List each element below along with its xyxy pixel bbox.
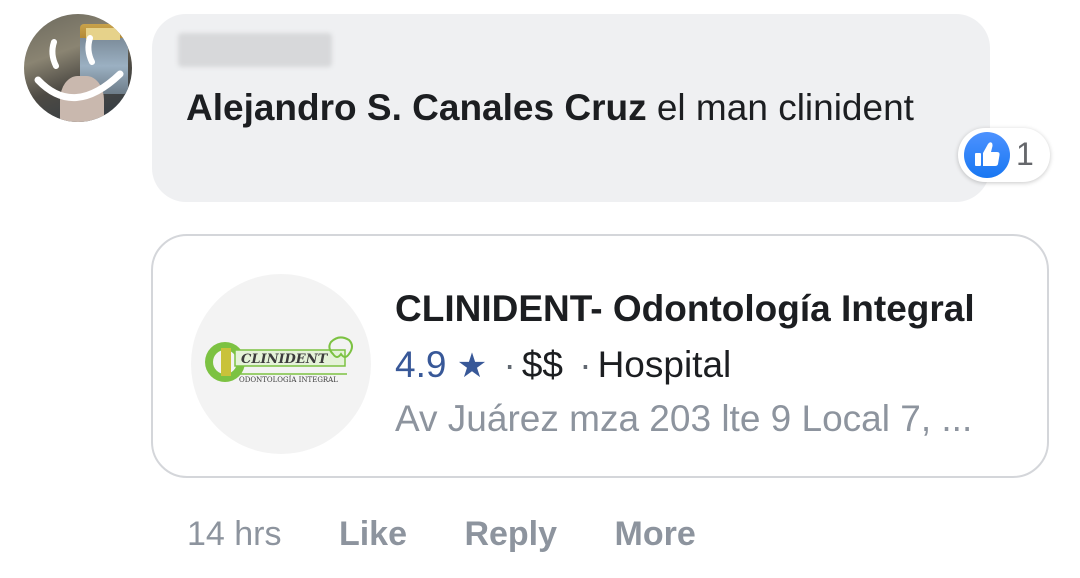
commenter-avatar[interactable] [24, 14, 132, 122]
star-icon: ★ [456, 347, 488, 385]
logo-text: CLINIDENT [241, 352, 329, 367]
place-address: Av Juárez mza 203 lte 9 Local 7, ... [395, 398, 973, 439]
logo-subtext: ODONTOLOGÍA INTEGRAL [239, 375, 338, 384]
comment-actions: 14 hrs Like Reply More [187, 515, 744, 554]
place-price: $$ [521, 344, 563, 385]
meta-separator: · [503, 344, 516, 385]
smiley-overlay-icon [34, 35, 124, 102]
place-rating: 4.9 [395, 344, 447, 385]
reply-button[interactable]: Reply [464, 515, 557, 554]
clinident-logo: CLINIDENT ODONTOLOGÍA INTEGRAL [191, 274, 371, 454]
comment-author-link[interactable]: Alejandro S. Canales Cruz [186, 87, 647, 128]
reaction-count: 1 [1016, 136, 1034, 172]
more-button[interactable]: More [615, 515, 696, 554]
place-meta: 4.9 ★ · $$ · Hospital [395, 344, 731, 386]
place-card[interactable]: CLINIDENT ODONTOLOGÍA INTEGRAL CLINIDENT… [151, 234, 1049, 478]
comment-body: Alejandro S. Canales Cruz el man clinide… [186, 84, 946, 132]
like-button[interactable]: Like [339, 515, 407, 554]
redacted-name-area [178, 33, 332, 67]
reaction-summary[interactable]: 1 [958, 128, 1050, 182]
place-title[interactable]: CLINIDENT- Odontología Integral [395, 288, 975, 330]
meta-separator: · [579, 344, 592, 385]
comment-text: el man clinident [646, 87, 914, 128]
thumbs-up-icon [964, 132, 1010, 178]
place-category: Hospital [597, 344, 732, 385]
comment-timestamp[interactable]: 14 hrs [187, 515, 282, 554]
